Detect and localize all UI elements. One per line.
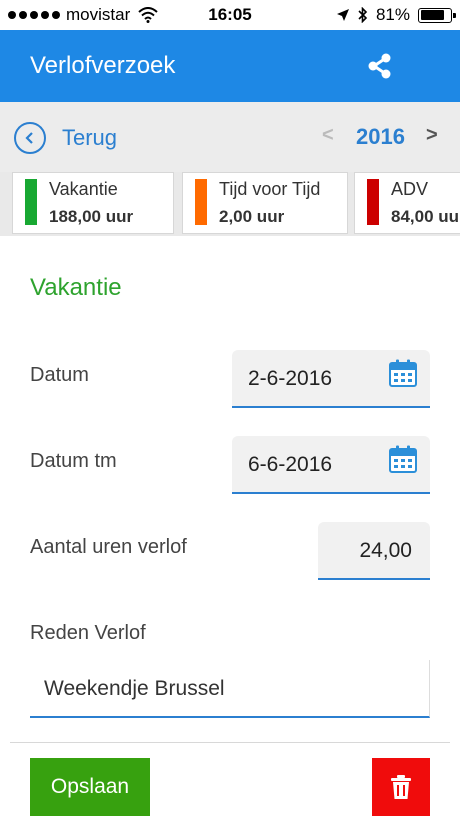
card-color-bar: [367, 179, 379, 225]
card-tijd-voor-tijd[interactable]: Tijd voor Tijd 2,00 uur: [182, 172, 348, 234]
datum-tm-field[interactable]: 6-6-2016: [232, 436, 430, 494]
card-color-bar: [195, 179, 207, 225]
battery-percent: 81%: [375, 5, 410, 24]
reden-input[interactable]: Weekendje Brussel: [30, 660, 430, 718]
battery-icon: [418, 7, 456, 23]
datum-value: 2-6-2016: [248, 367, 333, 390]
reden-label: Reden Verlof: [30, 622, 146, 644]
card-value: 2,00 uur: [219, 207, 285, 226]
year-label: 2016: [356, 124, 405, 149]
nav-bar: Terug < 2016 >: [0, 102, 460, 172]
card-adv[interactable]: ADV 84,00 uur: [354, 172, 460, 234]
datum-field[interactable]: 2-6-2016: [232, 350, 430, 408]
card-value: 188,00 uur: [49, 207, 134, 226]
uren-value: 24,00: [359, 539, 412, 562]
calendar-icon[interactable]: [388, 358, 418, 388]
card-value: 84,00 uur: [391, 207, 460, 226]
divider: [10, 742, 450, 743]
status-icons: 81%: [336, 5, 456, 25]
datum-tm-label: Datum tm: [30, 450, 117, 472]
app-header: Verlofverzoek: [0, 30, 460, 102]
bluetooth-icon: [358, 7, 368, 23]
back-link[interactable]: Terug: [62, 125, 117, 151]
page-title: Verlofverzoek: [30, 52, 176, 79]
card-vakantie[interactable]: Vakantie 188,00 uur: [12, 172, 174, 234]
share-icon[interactable]: [366, 52, 394, 80]
back-button[interactable]: [14, 122, 46, 154]
previous-year-button[interactable]: <: [322, 124, 334, 147]
card-name: Vakantie: [49, 179, 118, 199]
chevron-left-icon: [25, 132, 33, 144]
card-name: Tijd voor Tijd: [219, 179, 321, 199]
trash-icon: [391, 775, 411, 799]
reden-value: Weekendje Brussel: [44, 677, 225, 700]
calendar-icon[interactable]: [388, 444, 418, 474]
datum-label: Datum: [30, 364, 89, 386]
uren-input[interactable]: 24,00: [318, 522, 430, 580]
next-year-button[interactable]: >: [426, 124, 438, 147]
delete-button[interactable]: [372, 758, 430, 816]
section-title: Vakantie: [30, 274, 122, 301]
location-arrow-icon: [336, 9, 349, 21]
leave-balance-cards[interactable]: Vakantie 188,00 uur Tijd voor Tijd 2,00 …: [0, 172, 460, 236]
status-bar: movistar 16:05 81%: [0, 0, 460, 30]
uren-label: Aantal uren verlof: [30, 536, 187, 558]
card-color-bar: [25, 179, 37, 225]
save-button[interactable]: Opslaan: [30, 758, 150, 816]
card-name: ADV: [391, 179, 429, 199]
datum-tm-value: 6-6-2016: [248, 453, 333, 476]
